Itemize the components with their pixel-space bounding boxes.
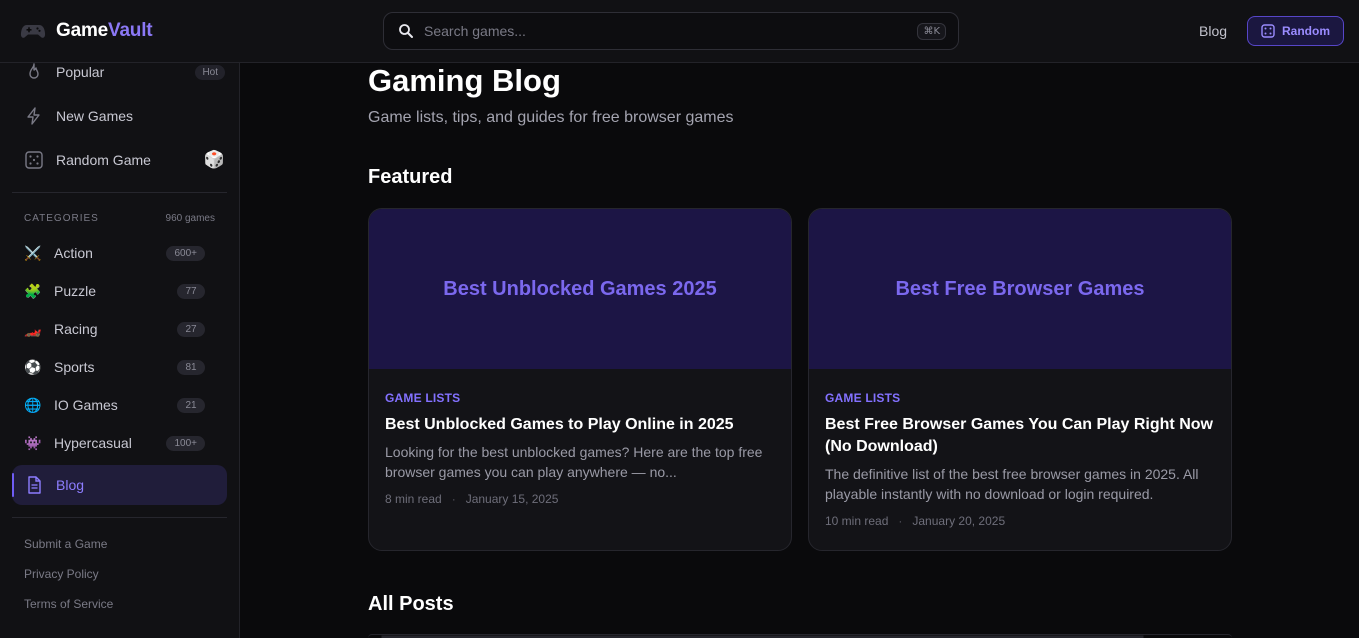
document-icon — [24, 475, 44, 495]
logo-text-game: Game — [56, 20, 109, 41]
alien-monster-icon: 👾 — [24, 434, 42, 451]
random-button[interactable]: Random — [1247, 16, 1344, 46]
card-hero-image: Best Free Browser Games — [809, 209, 1231, 369]
globe-icon: 🌐 — [24, 396, 42, 413]
dice-icon — [1261, 24, 1275, 38]
card-meta: 10 min read · January 20, 2025 — [825, 514, 1215, 528]
gamepad-icon — [20, 25, 46, 38]
featured-card[interactable]: Best Free Browser Games GAME LISTS Best … — [808, 208, 1232, 551]
category-item-puzzle[interactable]: 🧩 Puzzle 77 — [12, 276, 205, 306]
categories-header: CATEGORIES 960 games — [24, 213, 215, 224]
soccer-ball-icon: ⚽ — [24, 358, 42, 375]
sidebar-item-label: Popular — [56, 64, 105, 80]
puzzle-icon: 🧩 — [24, 282, 42, 299]
sidebar-item-label: Blog — [56, 477, 85, 493]
category-label: Puzzle — [54, 283, 97, 299]
swords-icon: ⚔️ — [24, 244, 42, 261]
meta-separator: · — [451, 492, 456, 506]
category-count: 81 — [177, 359, 205, 375]
categories-title: CATEGORIES — [24, 213, 99, 224]
sidebar-item-random-game[interactable]: Random Game 🎲 — [12, 140, 227, 180]
logo[interactable]: GameVault — [20, 18, 153, 44]
sidebar-item-blog[interactable]: Blog — [12, 465, 227, 505]
category-count: 21 — [177, 397, 205, 413]
sidebar: Popular Hot New Games Random Game 🎲 CATE… — [0, 63, 240, 638]
card-body: GAME LISTS Best Free Browser Games You C… — [809, 369, 1231, 528]
search-shortcut-badge: ⌘K — [917, 22, 946, 40]
hot-badge: Hot — [195, 64, 225, 80]
search-input[interactable] — [424, 23, 918, 39]
sidebar-item-label: Random Game — [56, 152, 151, 168]
nav-link-blog[interactable]: Blog — [1199, 23, 1227, 39]
categories-count: 960 games — [165, 213, 215, 224]
category-label: Racing — [54, 321, 98, 337]
all-posts-heading: All Posts — [368, 593, 454, 615]
category-count: 600+ — [166, 245, 205, 261]
main-content: Gaming Blog Game lists, tips, and guides… — [240, 63, 1359, 638]
category-count: 77 — [177, 283, 205, 299]
sidebar-divider — [12, 192, 227, 193]
random-button-label: Random — [1282, 24, 1330, 38]
card-description: Looking for the best unblocked games? He… — [385, 444, 763, 480]
search-icon — [399, 24, 413, 38]
card-body: GAME LISTS Best Unblocked Games to Play … — [369, 369, 791, 506]
featured-card[interactable]: Best Unblocked Games 2025 GAME LISTS Bes… — [368, 208, 792, 551]
category-label: Hypercasual — [54, 435, 132, 451]
category-count: 27 — [177, 321, 205, 337]
category-item-racing[interactable]: 🏎️ Racing 27 — [12, 314, 205, 344]
dice-icon — [24, 150, 44, 170]
search-bar[interactable]: ⌘K — [383, 12, 959, 50]
category-label: Sports — [54, 359, 95, 375]
logo-text: GameVault — [56, 20, 153, 42]
category-item-sports[interactable]: ⚽ Sports 81 — [12, 352, 205, 382]
category-label: Action — [54, 245, 93, 261]
category-item-io-games[interactable]: 🌐 IO Games 21 — [12, 390, 205, 420]
flame-icon — [24, 62, 44, 82]
category-label: IO Games — [54, 397, 118, 413]
page-title: Gaming Blog — [368, 63, 561, 98]
card-date: January 20, 2025 — [912, 514, 1006, 528]
card-title: Best Free Browser Games You Can Play Rig… — [825, 416, 1213, 455]
race-car-icon: 🏎️ — [24, 320, 42, 337]
card-category: GAME LISTS — [825, 391, 901, 405]
footer-link-terms[interactable]: Terms of Service — [24, 597, 113, 611]
page-subtitle: Game lists, tips, and guides for free br… — [368, 109, 734, 126]
sidebar-item-new-games[interactable]: New Games — [12, 96, 227, 136]
lightning-icon — [24, 106, 44, 126]
card-description: The definitive list of the best free bro… — [825, 466, 1199, 502]
card-category: GAME LISTS — [385, 391, 461, 405]
sidebar-divider — [12, 517, 227, 518]
meta-separator: · — [898, 514, 903, 528]
card-title: Best Unblocked Games to Play Online in 2… — [385, 416, 734, 433]
category-item-action[interactable]: ⚔️ Action 600+ — [12, 238, 205, 268]
footer-link-privacy-policy[interactable]: Privacy Policy — [24, 567, 99, 581]
card-date: January 15, 2025 — [465, 492, 559, 506]
post-list-edge — [368, 634, 1232, 638]
card-read-time: 10 min read — [825, 514, 889, 528]
card-meta: 8 min read · January 15, 2025 — [385, 492, 775, 506]
logo-text-vault: Vault — [108, 20, 153, 41]
dice-emoji-icon: 🎲 — [203, 150, 225, 169]
category-count: 100+ — [166, 435, 205, 451]
featured-heading: Featured — [368, 166, 453, 188]
card-hero-image: Best Unblocked Games 2025 — [369, 209, 791, 369]
footer-link-submit-game[interactable]: Submit a Game — [24, 537, 107, 551]
sidebar-item-popular[interactable]: Popular Hot — [12, 52, 227, 92]
card-read-time: 8 min read — [385, 492, 442, 506]
sidebar-item-label: New Games — [56, 108, 134, 124]
category-item-hypercasual[interactable]: 👾 Hypercasual 100+ — [12, 428, 205, 458]
